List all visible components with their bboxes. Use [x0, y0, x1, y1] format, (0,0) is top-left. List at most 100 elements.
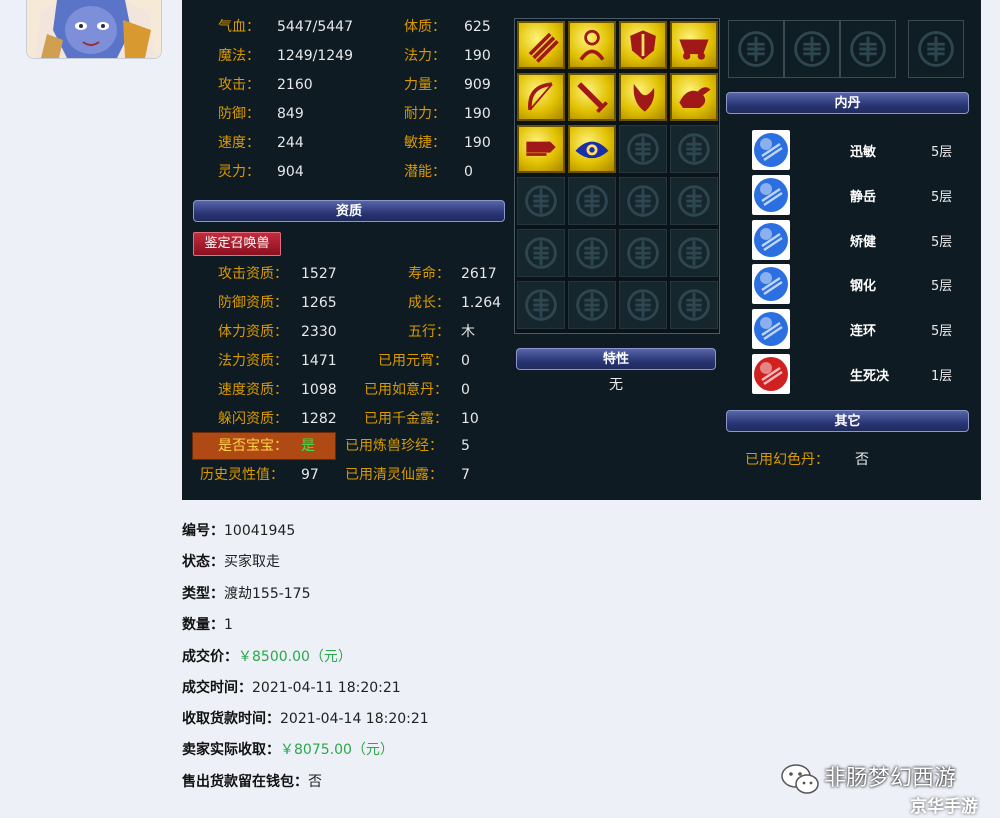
neidan-name: 静岳 [850, 189, 877, 205]
aptitude-label: 已用元宵： [378, 353, 448, 369]
empty-skill-slot[interactable] [670, 177, 718, 225]
info-label: 成交时间： [182, 680, 252, 696]
stat-value: 244 [277, 135, 304, 151]
pet-avatar [26, 0, 162, 59]
info-value: 2021-04-14 18:20:21 [280, 711, 429, 727]
stat-label: 敏捷： [404, 135, 446, 151]
sword-skill-icon[interactable] [568, 73, 616, 121]
empty-skill-slot[interactable] [568, 229, 616, 277]
figure-skill-icon[interactable] [568, 21, 616, 69]
empty-skill-slot[interactable] [619, 281, 667, 329]
stat-label: 耐力： [404, 106, 446, 122]
aptitude-label: 体力资质： [218, 324, 288, 340]
stat-label: 灵力： [218, 164, 260, 180]
empty-skill-slot[interactable] [670, 125, 718, 173]
accessory-slot[interactable] [908, 20, 964, 78]
info-value: ￥8075.00（元） [280, 742, 394, 758]
aptitude-label: 寿命： [408, 266, 450, 282]
info-seller-received: 卖家实际收取：￥8075.00（元） [182, 739, 394, 759]
fang-skill-icon[interactable] [619, 73, 667, 121]
empty-skill-slot[interactable] [568, 177, 616, 225]
aptitude-value: 2330 [301, 324, 337, 340]
traits-value: 无 [609, 377, 623, 393]
neidan-name: 连环 [850, 324, 877, 340]
aptitude-value: 10 [461, 411, 479, 427]
aptitude-value: 1098 [301, 382, 337, 398]
info-label: 卖家实际收取： [182, 742, 280, 758]
aptitude-label: 已用清灵仙露： [345, 467, 443, 483]
neidan-orb-icon[interactable] [752, 219, 790, 260]
beast-skill-icon[interactable] [670, 73, 718, 121]
equipment-slot[interactable] [784, 20, 840, 78]
stats-column: 气血： 5447/5447 体质： 625 魔法： 1249/1249 法力： … [182, 0, 512, 500]
neidan-orb-icon[interactable] [752, 354, 790, 394]
aptitude-label: 是否宝宝： [218, 438, 288, 454]
stat-label: 潜能： [404, 164, 446, 180]
neidan-row: 静岳 5层 [726, 174, 971, 215]
chariot-skill-icon[interactable] [670, 21, 718, 69]
equipment-slot[interactable] [728, 20, 784, 78]
stat-row: 防御： 849 耐力： 190 [182, 102, 512, 126]
empty-skill-slot[interactable] [670, 229, 718, 277]
stat-row: 攻击： 2160 力量： 909 [182, 73, 512, 97]
aptitude-value: 2617 [461, 266, 497, 282]
aptitude-section-header: 资质 [193, 200, 505, 222]
stat-label: 法力： [404, 48, 446, 64]
stat-label: 力量： [404, 77, 446, 93]
info-wallet: 售出货款留在钱包：否 [182, 771, 322, 791]
identify-pet-button[interactable]: 鉴定召唤兽 [193, 232, 281, 256]
aptitude-label: 躲闪资质： [218, 411, 288, 427]
aptitude-row: 体力资质： 2330 五行： 木 [182, 320, 512, 344]
info-quantity: 数量：1 [182, 614, 233, 634]
aptitude-value: 是 [301, 438, 315, 454]
stat-value: 190 [464, 135, 491, 151]
neidan-orb-icon[interactable] [752, 130, 790, 170]
empty-skill-slot[interactable] [568, 281, 616, 329]
neidan-level: 1层 [931, 369, 953, 384]
stat-value: 190 [464, 48, 491, 64]
stat-label: 速度： [218, 135, 260, 151]
empty-skill-slot[interactable] [619, 229, 667, 277]
stat-label: 防御： [218, 106, 260, 122]
neidan-name: 矫健 [850, 234, 877, 250]
info-status: 状态：买家取走 [182, 551, 280, 571]
stat-row: 气血： 5447/5447 体质： 625 [182, 15, 512, 39]
info-value: ￥8500.00（元） [238, 649, 352, 665]
scroll-skill-icon[interactable] [517, 125, 565, 173]
empty-skill-slot[interactable] [670, 281, 718, 329]
aptitude-value: 1.264 [461, 295, 502, 311]
neidan-name: 迅敏 [850, 145, 877, 160]
aptitude-label: 五行： [408, 324, 450, 340]
empty-skill-slot[interactable] [517, 177, 565, 225]
neidan-level: 5层 [931, 234, 953, 250]
stat-value: 625 [464, 19, 491, 35]
info-pay-time: 收取货款时间：2021-04-14 18:20:21 [182, 708, 429, 728]
eye-skill-icon[interactable] [568, 125, 616, 173]
neidan-orb-icon[interactable] [752, 264, 790, 305]
pet-detail-panel: 气血： 5447/5447 体质： 625 魔法： 1249/1249 法力： … [182, 0, 981, 500]
aptitude-row: 躲闪资质： 1282 已用千金露： 10 [182, 407, 512, 431]
empty-skill-slot[interactable] [517, 229, 565, 277]
info-value: 10041945 [224, 523, 296, 539]
aptitude-label: 历史灵性值： [200, 467, 284, 483]
neidan-orb-icon[interactable] [752, 174, 790, 215]
empty-skill-slot[interactable] [619, 125, 667, 173]
empty-skill-slot[interactable] [517, 281, 565, 329]
aptitude-row: 攻击资质： 1527 寿命： 2617 [182, 262, 512, 286]
aptitude-value: 1527 [301, 266, 337, 282]
skill-grid [514, 18, 720, 334]
neidan-level: 5层 [931, 189, 953, 205]
shield-skill-icon[interactable] [619, 21, 667, 69]
info-type: 类型：渡劫155-175 [182, 583, 311, 603]
neidan-row: 钢化 5层 [726, 264, 971, 305]
other-section-header: 其它 [726, 410, 969, 432]
neidan-level: 5层 [931, 324, 953, 340]
neidan-orb-icon[interactable] [752, 309, 790, 350]
bow-skill-icon[interactable] [517, 73, 565, 121]
stat-row: 魔法： 1249/1249 法力： 190 [182, 44, 512, 68]
neidan-name: 钢化 [850, 279, 877, 295]
aptitude-value: 1471 [301, 353, 337, 369]
claw-skill-icon[interactable] [517, 21, 565, 69]
equipment-slot[interactable] [840, 20, 896, 78]
empty-skill-slot[interactable] [619, 177, 667, 225]
